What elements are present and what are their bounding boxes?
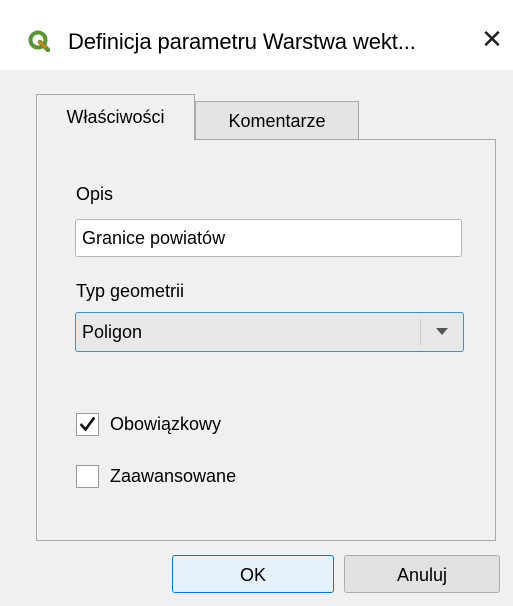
title-bar: Definicja parametru Warstwa wekt... ✕ [0,0,513,70]
chevron-down-icon[interactable] [436,328,448,335]
close-icon[interactable]: ✕ [480,26,504,54]
cancel-button[interactable]: Anuluj [344,555,500,593]
qgis-logo-icon [28,30,50,52]
tab-comments[interactable]: Komentarze [195,101,359,139]
advanced-checkbox[interactable] [76,465,99,488]
required-checkbox[interactable] [76,413,99,436]
geometry-type-value: Poligon [82,322,143,342]
geometry-type-select[interactable]: Poligon [75,312,464,352]
window-title: Definicja parametru Warstwa wekt... [68,29,416,54]
checkmark-icon [79,416,96,432]
advanced-label[interactable]: Zaawansowane [110,466,236,487]
description-label: Opis [76,184,114,204]
ok-button[interactable]: OK [172,555,334,593]
description-input[interactable]: Granice powiatów [75,219,462,257]
tab-properties[interactable]: Właściwości [36,94,195,140]
required-label[interactable]: Obowiązkowy [110,414,221,435]
select-divider [420,319,421,345]
geometry-type-label: Typ geometrii [76,281,185,301]
